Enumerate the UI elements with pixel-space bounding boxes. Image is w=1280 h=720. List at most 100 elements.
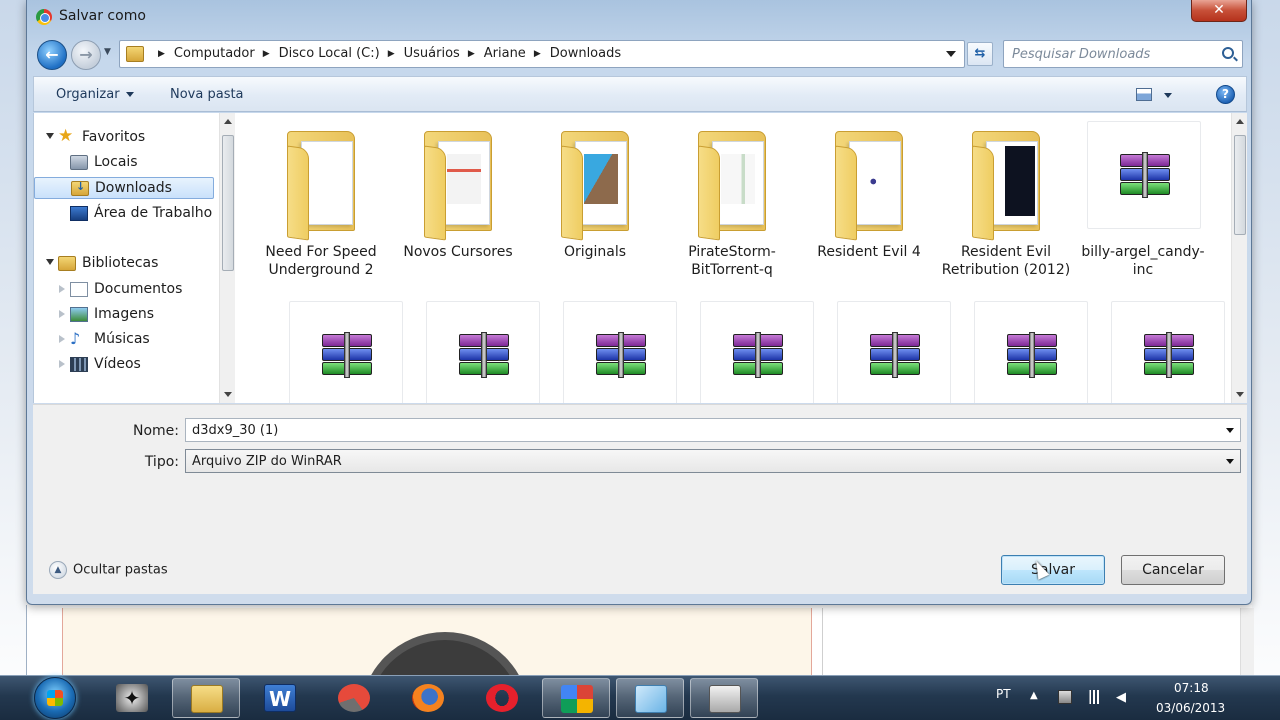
file-item[interactable]: billy-argel_candy-inc xyxy=(1081,119,1205,299)
signal-icon[interactable] xyxy=(1088,690,1102,704)
page-side-panel xyxy=(822,608,1242,678)
file-type-label: Tipo: xyxy=(144,454,179,470)
language-indicator[interactable]: PT xyxy=(996,687,1011,701)
close-button[interactable]: ✕ xyxy=(1191,0,1247,22)
help-icon[interactable]: ? xyxy=(1216,85,1235,104)
taskbar-app-capture[interactable] xyxy=(320,678,388,718)
file-item[interactable]: Novos Cursores xyxy=(398,119,518,299)
file-item[interactable]: PirateStorm-BitTorrent-q xyxy=(672,119,792,299)
scroll-thumb[interactable] xyxy=(222,135,234,271)
nav-item-videos[interactable]: Vídeos xyxy=(34,354,214,376)
expand-icon[interactable] xyxy=(59,285,65,293)
nav-favorites[interactable]: ★ Favoritos xyxy=(34,126,214,149)
clock-date[interactable]: 03/06/2013 xyxy=(1156,701,1225,715)
show-hidden-icons-icon[interactable]: ▲ xyxy=(1030,690,1044,704)
folder-icon xyxy=(827,127,911,241)
scroll-down-icon[interactable] xyxy=(1236,392,1244,397)
scroll-down-icon[interactable] xyxy=(224,392,232,397)
file-item[interactable] xyxy=(970,299,1090,403)
nav-scrollbar[interactable] xyxy=(219,113,235,403)
file-item[interactable]: Need For Speed Underground 2 xyxy=(261,119,381,299)
breadcrumb-downloads[interactable]: Downloads xyxy=(550,46,621,61)
nav-item-imagens[interactable]: Imagens xyxy=(34,304,214,326)
chevron-down-icon[interactable] xyxy=(1226,428,1234,433)
nav-item-downloads[interactable]: Downloads xyxy=(34,177,214,199)
save-button[interactable]: Salvar xyxy=(1001,555,1105,585)
breadcrumb-disco-local[interactable]: Disco Local (C:) xyxy=(279,46,380,61)
file-list-scrollbar[interactable] xyxy=(1231,113,1247,403)
taskbar-app-paint[interactable] xyxy=(616,678,684,718)
file-type-select[interactable]: Arquivo ZIP do WinRAR xyxy=(185,449,1241,473)
expand-icon[interactable] xyxy=(59,310,65,318)
organize-label: Organizar xyxy=(56,87,120,102)
nav-item-musicas[interactable]: ♪ Músicas xyxy=(34,329,214,351)
file-item[interactable] xyxy=(422,299,542,403)
file-item[interactable] xyxy=(285,299,405,403)
file-item[interactable] xyxy=(1107,299,1227,403)
chevron-down-icon xyxy=(125,92,134,97)
nav-item-area-de-trabalho[interactable]: Área de Trabalho xyxy=(34,203,214,225)
nav-item-locais[interactable]: Locais xyxy=(34,152,214,174)
taskbar-app-firefox[interactable] xyxy=(394,678,462,718)
chevron-right-icon[interactable]: ▶ xyxy=(468,49,475,59)
breadcrumb-computador[interactable]: Computador xyxy=(174,46,255,61)
taskbar-app-chrome[interactable] xyxy=(542,678,610,718)
dialog-title: Salvar como xyxy=(59,8,146,24)
refresh-button[interactable]: ⇆ xyxy=(967,42,993,66)
nav-item-documentos[interactable]: Documentos xyxy=(34,279,214,301)
chrome-icon xyxy=(36,9,52,25)
organize-button[interactable]: Organizar xyxy=(56,87,134,102)
back-button[interactable]: ← xyxy=(37,40,67,70)
taskbar-app-explorer[interactable] xyxy=(172,678,240,718)
scroll-thumb[interactable] xyxy=(1234,135,1246,235)
expand-icon[interactable] xyxy=(59,335,65,343)
file-item[interactable] xyxy=(833,299,953,403)
chevron-right-icon[interactable]: ▶ xyxy=(158,49,165,59)
nav-item-label: Músicas xyxy=(94,331,150,347)
taskbar-app-counter-strike[interactable]: ✦ xyxy=(98,678,166,718)
nav-favorites-label: Favoritos xyxy=(82,129,146,145)
taskbar-app-opera[interactable] xyxy=(468,678,536,718)
scroll-up-icon[interactable] xyxy=(1236,119,1244,124)
folder-icon xyxy=(553,127,637,241)
scroll-up-icon[interactable] xyxy=(224,119,232,124)
search-input[interactable]: Pesquisar Downloads xyxy=(1003,40,1243,68)
file-name: Novos Cursores xyxy=(403,244,513,260)
cancel-button[interactable]: Cancelar xyxy=(1121,555,1225,585)
file-name-field[interactable]: d3dx9_30 (1) xyxy=(185,418,1241,442)
expand-icon[interactable] xyxy=(46,133,54,139)
chevron-down-icon[interactable] xyxy=(1164,93,1172,98)
taskbar-app-camera[interactable] xyxy=(690,678,758,718)
file-item[interactable]: Resident Evil Retribution (2012) xyxy=(942,119,1070,299)
view-options-icon[interactable] xyxy=(1136,88,1152,101)
address-dropdown-icon[interactable] xyxy=(946,51,956,57)
expand-icon[interactable] xyxy=(46,259,54,265)
hide-folders-button[interactable]: ▲ Ocultar pastas xyxy=(49,561,168,579)
clock-time[interactable]: 07:18 xyxy=(1174,681,1209,695)
chevron-right-icon[interactable]: ▶ xyxy=(263,49,270,59)
file-item[interactable]: Resident Evil 4 xyxy=(809,119,929,299)
page-scrollbar[interactable] xyxy=(1240,608,1254,676)
recent-pages-dropdown[interactable]: ▼ xyxy=(104,47,116,61)
address-bar[interactable]: ▶ Computador ▶ Disco Local (C:) ▶ Usuári… xyxy=(119,40,965,68)
network-adapter-icon[interactable] xyxy=(1058,690,1072,704)
camera-icon xyxy=(709,685,741,713)
forward-button[interactable]: → xyxy=(71,40,101,70)
breadcrumb-ariane[interactable]: Ariane xyxy=(484,46,526,61)
file-item[interactable]: Originals xyxy=(535,119,655,299)
file-item[interactable] xyxy=(696,299,816,403)
volume-icon[interactable]: ◀ xyxy=(1116,690,1130,705)
start-button[interactable] xyxy=(34,677,76,719)
chevron-right-icon[interactable]: ▶ xyxy=(388,49,395,59)
nav-libraries[interactable]: Bibliotecas xyxy=(34,253,214,275)
music-icon: ♪ xyxy=(70,329,81,348)
file-item[interactable] xyxy=(559,299,679,403)
breadcrumb-usuarios[interactable]: Usuários xyxy=(404,46,460,61)
search-icon[interactable] xyxy=(1222,47,1234,59)
expand-icon[interactable] xyxy=(59,360,65,368)
chevron-down-icon[interactable] xyxy=(1226,459,1234,464)
new-folder-button[interactable]: Nova pasta xyxy=(170,87,244,102)
chevron-right-icon[interactable]: ▶ xyxy=(534,49,541,59)
winrar-archive-icon xyxy=(426,301,540,403)
taskbar-app-word[interactable]: W xyxy=(246,678,314,718)
